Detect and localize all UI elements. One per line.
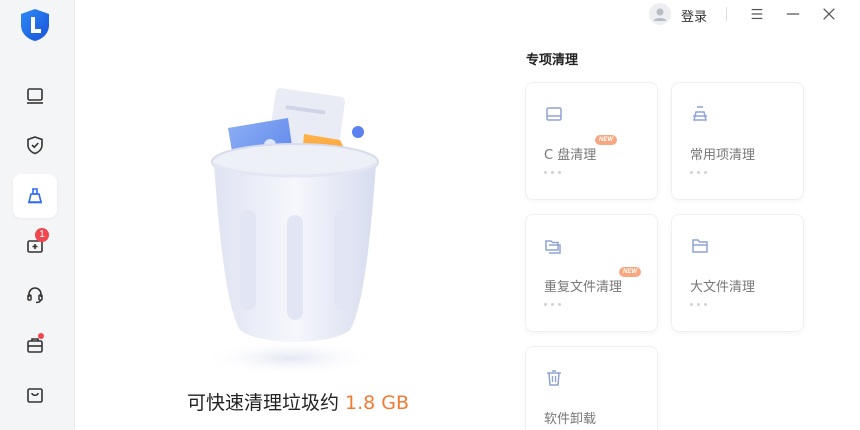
monitor-icon — [27, 88, 43, 104]
app-logo-icon — [19, 8, 51, 42]
headset-icon — [27, 287, 43, 304]
user-icon — [653, 8, 667, 21]
hamburger-icon — [751, 8, 763, 20]
card-label: 大文件清理 — [690, 280, 756, 295]
loading-dots — [544, 303, 561, 306]
card-label: 软件卸载 — [544, 412, 597, 427]
sidebar-item-store[interactable] — [13, 373, 57, 417]
trash-bin-illustration — [200, 80, 400, 380]
minimize-button[interactable] — [784, 5, 802, 23]
menu-button[interactable] — [748, 5, 766, 23]
trash-icon — [547, 370, 561, 386]
card-software-uninstall[interactable]: 软件卸载 — [525, 346, 658, 430]
disk-icon — [546, 107, 562, 121]
new-badge: NEW — [619, 267, 641, 277]
card-label: 常用项清理 — [690, 148, 756, 163]
new-dot — [38, 333, 44, 339]
close-icon — [823, 8, 835, 20]
shopping-bag-icon — [27, 388, 43, 403]
junk-size-value: 1.8 GB — [345, 392, 410, 414]
sidebar-item-cleanup[interactable] — [13, 174, 57, 218]
junk-summary: 可快速清理垃圾约 1.8 GB — [187, 388, 409, 415]
shield-check-icon — [27, 136, 43, 155]
sidebar-item-toolbox[interactable] — [13, 323, 57, 367]
login-link[interactable]: 登录 — [681, 6, 707, 25]
user-avatar[interactable] — [649, 3, 671, 25]
card-common-items-cleanup[interactable]: 常用项清理 — [671, 82, 804, 200]
brush-icon — [693, 106, 707, 121]
card-label: C 盘清理 — [544, 148, 597, 163]
card-duplicate-files-cleanup[interactable]: 重复文件清理 NEW — [525, 214, 658, 332]
sidebar-item-computer[interactable] — [13, 74, 57, 118]
card-label: 重复文件清理 — [544, 280, 623, 295]
minimize-icon — [786, 13, 800, 15]
card-c-drive-cleanup[interactable]: C 盘清理 NEW — [525, 82, 658, 200]
junk-summary-text: 可快速清理垃圾约 — [187, 392, 340, 414]
sidebar-item-drivers[interactable]: 1 — [13, 223, 57, 267]
app-window: 1 登录 可快速清理垃圾约 1.8 GB 专项清理 C 盘清理 NEW 常用项清… — [0, 0, 860, 430]
new-badge: NEW — [595, 135, 617, 145]
section-title: 专项清理 — [526, 53, 579, 68]
folder-icon — [692, 239, 708, 253]
card-large-files-cleanup[interactable]: 大文件清理 — [671, 214, 804, 332]
sidebar-item-support[interactable] — [13, 273, 57, 317]
duplicate-folder-icon — [545, 240, 561, 254]
sidebar: 1 — [0, 0, 75, 430]
loading-dots — [690, 171, 707, 174]
loading-dots — [690, 303, 707, 306]
sidebar-item-security[interactable] — [13, 123, 57, 167]
close-button[interactable] — [820, 5, 838, 23]
loading-dots — [544, 171, 561, 174]
titlebar-divider — [726, 7, 727, 21]
notification-badge: 1 — [35, 228, 49, 242]
broom-icon — [27, 188, 43, 204]
